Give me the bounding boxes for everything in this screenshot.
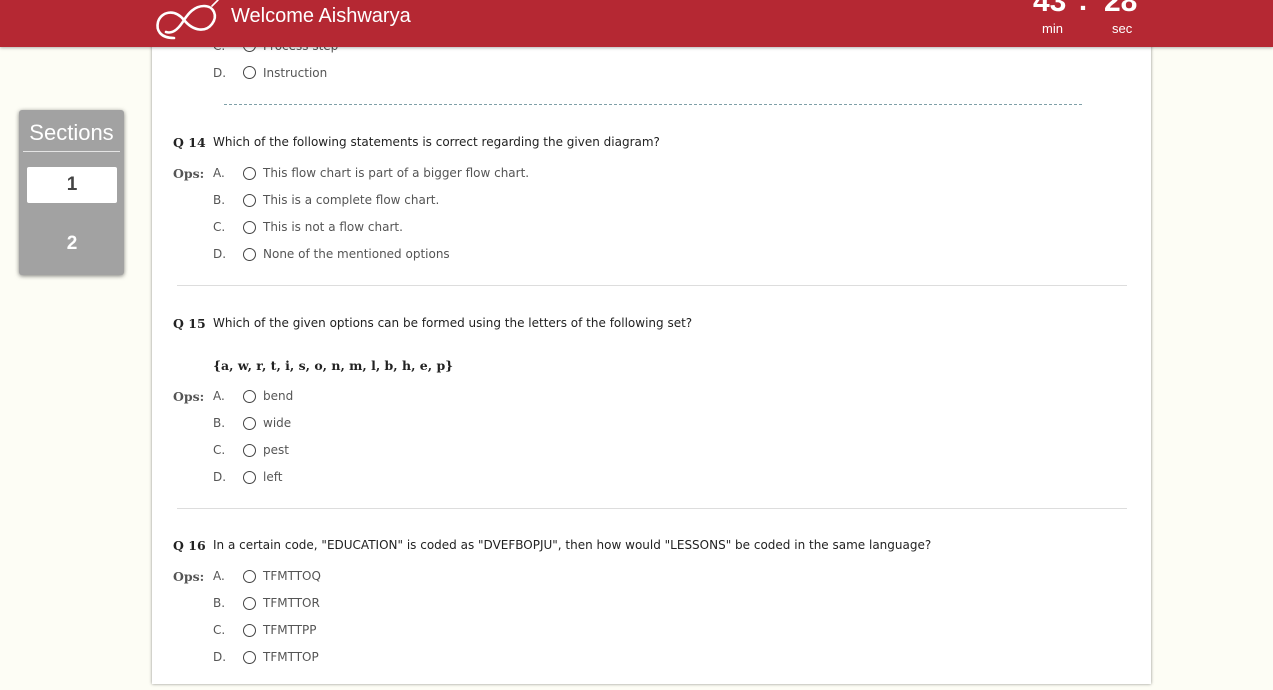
option-radio[interactable] (243, 248, 256, 261)
option-letter: A. (213, 569, 225, 583)
option-letter: B. (213, 416, 226, 430)
option-radio[interactable] (243, 221, 256, 234)
timer-separator: : (1078, 0, 1088, 17)
question-number: Q 16 (173, 538, 206, 553)
option-text[interactable]: bend (263, 389, 293, 403)
ops-label: Ops: (173, 166, 205, 181)
sections-panel: Sections 1 2 (19, 110, 124, 275)
option-text[interactable]: TFMTTPP (263, 623, 317, 637)
option-text[interactable]: Instruction (263, 66, 327, 80)
timer-seconds: 28 (1104, 0, 1138, 18)
timer-min-label: min (1042, 21, 1063, 36)
option-letter: B. (213, 596, 226, 610)
section-1-button[interactable]: 1 (27, 167, 117, 203)
option-radio[interactable] (243, 194, 256, 207)
letter-set: {a, w, r, t, i, s, o, n, m, l, b, h, e, … (213, 358, 454, 373)
option-letter: C. (213, 220, 226, 234)
option-letter: D. (213, 650, 227, 664)
question-separator (224, 104, 1082, 105)
option-text[interactable]: This is a complete flow chart. (263, 193, 439, 207)
question-text: In a certain code, "EDUCATION" is coded … (213, 538, 932, 552)
welcome-text: Welcome Aishwarya (231, 5, 411, 27)
question-divider (177, 285, 1127, 286)
question-text: Which of the following statements is cor… (213, 135, 660, 149)
option-letter: B. (213, 193, 226, 207)
option-text[interactable]: pest (263, 443, 289, 457)
option-radio[interactable] (243, 570, 256, 583)
option-radio[interactable] (243, 417, 256, 430)
option-letter: C. (213, 443, 226, 457)
option-text[interactable]: This is not a flow chart. (263, 220, 403, 234)
top-header-bar: Welcome Aishwarya 43 : 28 min sec (0, 0, 1273, 47)
option-text[interactable]: left (263, 470, 282, 484)
option-letter: D. (213, 470, 227, 484)
option-text[interactable]: This flow chart is part of a bigger flow… (263, 166, 529, 180)
ops-label: Ops: (173, 389, 205, 404)
option-radio[interactable] (243, 471, 256, 484)
option-text[interactable]: wide (263, 416, 291, 430)
question-number: Q 15 (173, 316, 206, 331)
option-letter: A. (213, 389, 225, 403)
option-letter: D. (213, 66, 227, 80)
timer-minutes: 43 (1033, 0, 1067, 18)
option-radio[interactable] (243, 597, 256, 610)
option-radio[interactable] (243, 651, 256, 664)
option-radio[interactable] (243, 390, 256, 403)
option-text[interactable]: TFMTTOR (263, 596, 320, 610)
sections-divider (23, 151, 120, 152)
infinity-logo-icon (156, 0, 219, 40)
option-radio[interactable] (243, 66, 256, 79)
timer-sec-label: sec (1112, 21, 1133, 36)
option-text[interactable]: TFMTTOQ (263, 569, 321, 583)
option-text[interactable]: None of the mentioned options (263, 247, 450, 261)
question-number: Q 14 (173, 135, 206, 150)
question-text: Which of the given options can be formed… (213, 316, 693, 330)
option-letter: A. (213, 166, 225, 180)
option-letter: D. (213, 247, 227, 261)
option-text[interactable]: TFMTTOP (263, 650, 319, 664)
sections-title: Sections (29, 120, 114, 145)
ops-label: Ops: (173, 569, 205, 584)
option-radio[interactable] (243, 444, 256, 457)
section-2-button[interactable]: 2 (27, 226, 117, 262)
option-radio[interactable] (243, 167, 256, 180)
option-radio[interactable] (243, 624, 256, 637)
option-letter: C. (213, 623, 226, 637)
question-divider (177, 508, 1127, 509)
